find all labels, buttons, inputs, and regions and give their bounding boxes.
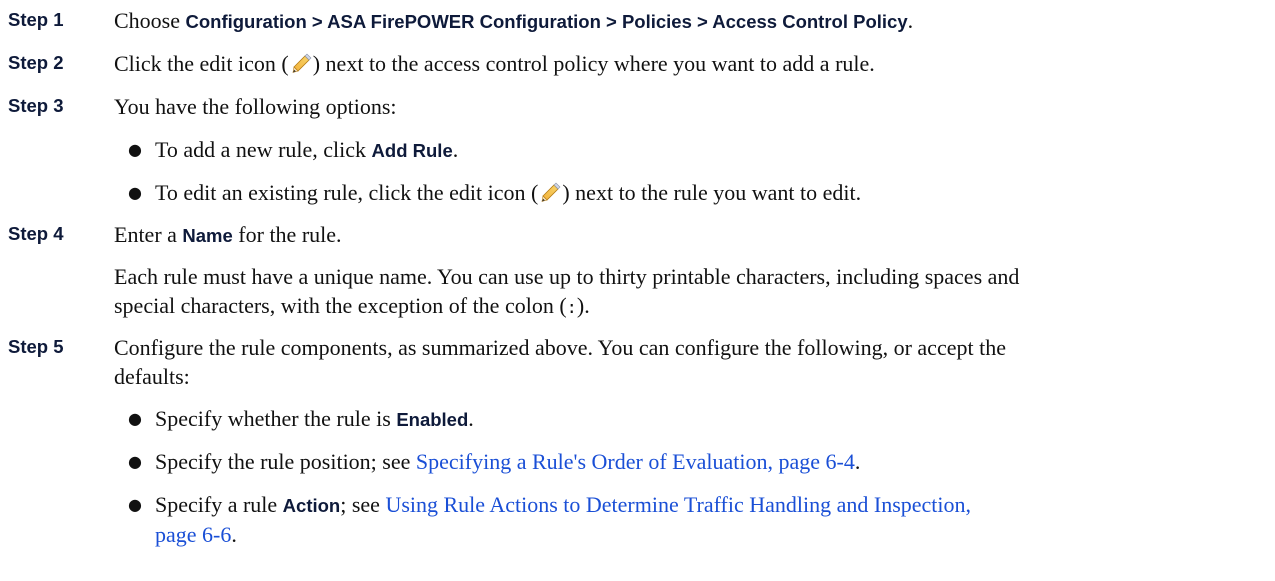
bullet-icon: ● — [128, 140, 142, 159]
rule-actions-page-link[interactable]: page 6-6 — [155, 522, 231, 547]
bullet-icon: ● — [128, 409, 142, 428]
note-paragraph: Each rule must have a unique name. You c… — [114, 264, 1020, 318]
procedure-document: Step 1 Choose Configuration > ASA FirePO… — [0, 0, 1275, 581]
action-label: Action — [282, 495, 341, 516]
step-label: Step 5 — [8, 336, 64, 357]
pencil-edit-icon — [539, 181, 561, 203]
step-label: Step 3 — [8, 95, 64, 116]
step-label: Step 2 — [8, 52, 64, 73]
name-field-label: Name — [182, 225, 233, 246]
enabled-label: Enabled — [396, 409, 469, 430]
step-label: Step 4 — [8, 223, 64, 244]
rule-actions-link[interactable]: Using Rule Actions to Determine Traffic … — [385, 492, 971, 517]
step-text: Choose Configuration > ASA FirePOWER Con… — [114, 8, 914, 33]
bullet-icon: ● — [128, 183, 142, 202]
step-text: Click the edit icon () next to the acces… — [114, 51, 875, 76]
step-text: You have the following options: — [114, 94, 397, 119]
order-of-evaluation-link[interactable]: Specifying a Rule's Order of Evaluation,… — [416, 449, 855, 474]
bullet-icon: ● — [128, 452, 142, 471]
step-text: Enter a Name for the rule. — [114, 222, 342, 247]
pencil-edit-icon — [290, 52, 312, 74]
bullet-icon: ● — [128, 495, 142, 514]
step-label: Step 1 — [8, 9, 64, 30]
menu-path: Configuration > ASA FirePOWER Configurat… — [185, 11, 908, 32]
step-text: Configure the rule components, as summar… — [114, 335, 1006, 389]
add-rule-label: Add Rule — [371, 140, 453, 161]
